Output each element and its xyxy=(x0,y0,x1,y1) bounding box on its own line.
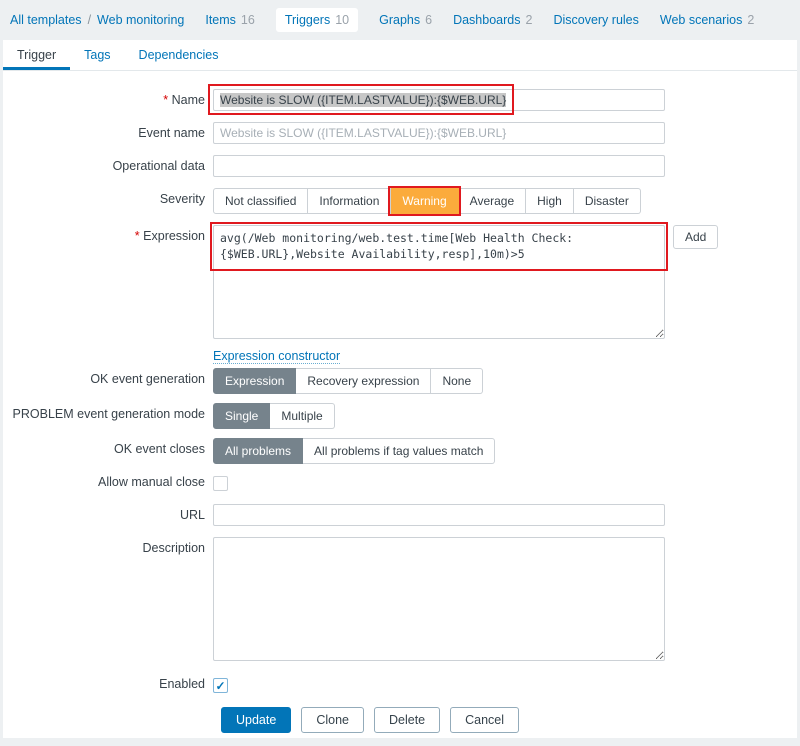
name-input-selected-text: Website is SLOW ({ITEM.LASTVALUE}):{$WEB… xyxy=(220,93,507,107)
severity-disaster[interactable]: Disaster xyxy=(573,188,641,214)
ok-event-closes-label: OK event closes xyxy=(113,442,205,456)
severity-high[interactable]: High xyxy=(526,188,574,214)
allow-manual-close-label: Allow manual close xyxy=(98,475,205,489)
nav-item-graphs-count: 6 xyxy=(425,13,433,27)
expression-label: * Expression xyxy=(134,229,205,243)
name-input[interactable]: Website is SLOW ({ITEM.LASTVALUE}):{$WEB… xyxy=(208,84,665,115)
row-url: URL xyxy=(3,504,797,526)
nav-item-discovery-rules-label[interactable]: Discovery rules xyxy=(553,13,638,27)
breadcrumb: All templates / Web monitoring xyxy=(10,13,184,27)
ok-event-generation-label: OK event generation xyxy=(90,372,205,386)
row-description: Description xyxy=(3,537,797,664)
required-asterisk: * xyxy=(163,93,169,107)
expression-add-button[interactable]: Add xyxy=(673,225,719,249)
nav-item-triggers-label[interactable]: Triggers xyxy=(285,13,330,27)
delete-button[interactable]: Delete xyxy=(373,707,441,733)
form-footer: Update Clone Delete Cancel xyxy=(221,707,797,733)
row-ok-event-generation: OK event generation Expression Recovery … xyxy=(3,368,797,394)
nav-item-graphs-label[interactable]: Graphs xyxy=(379,13,420,27)
severity-not-classified[interactable]: Not classified xyxy=(213,188,309,214)
severity-information[interactable]: Information xyxy=(308,188,392,214)
ok-event-generation-options: Expression Recovery expression None xyxy=(213,368,484,394)
breadcrumb-all-templates[interactable]: All templates xyxy=(10,13,82,27)
url-input[interactable] xyxy=(213,504,665,526)
operational-data-input[interactable] xyxy=(213,155,665,177)
url-label: URL xyxy=(179,508,205,522)
row-problem-event-mode: PROBLEM event generation mode Single Mul… xyxy=(3,403,797,429)
ok-event-closes-tag-match[interactable]: All problems if tag values match xyxy=(303,438,496,464)
ok-event-generation-recovery-expression[interactable]: Recovery expression xyxy=(296,368,432,394)
ok-event-closes-all-problems[interactable]: All problems xyxy=(213,438,304,464)
ok-event-generation-expression[interactable]: Expression xyxy=(213,368,297,394)
nav-item-graphs[interactable]: Graphs 6 xyxy=(379,13,432,27)
nav-item-triggers-count: 10 xyxy=(335,13,350,27)
enabled-label: Enabled xyxy=(159,677,205,691)
expression-textarea[interactable]: avg(/Web monitoring/web.test.time[Web He… xyxy=(213,225,665,339)
severity-label: Severity xyxy=(159,192,205,206)
row-allow-manual-close: Allow manual close xyxy=(3,473,797,491)
row-event-name: Event name xyxy=(3,122,797,144)
row-enabled: Enabled ✓ xyxy=(3,675,797,693)
problem-event-mode-options: Single Multiple xyxy=(213,403,335,429)
nav-item-web-scenarios[interactable]: Web scenarios 2 xyxy=(660,13,754,27)
ok-event-generation-none[interactable]: None xyxy=(431,368,484,394)
row-name: * Name Website is SLOW ({ITEM.LASTVALUE}… xyxy=(3,84,797,115)
problem-event-mode-multiple[interactable]: Multiple xyxy=(270,403,335,429)
nav-item-dashboards-label[interactable]: Dashboards xyxy=(453,13,520,27)
event-name-label: Event name xyxy=(138,126,205,140)
nav-item-items-label[interactable]: Items xyxy=(205,13,236,27)
tab-tags[interactable]: Tags xyxy=(70,40,124,70)
problem-event-mode-single[interactable]: Single xyxy=(213,403,271,429)
row-operational-data: Operational data xyxy=(3,155,797,177)
nav-item-discovery-rules[interactable]: Discovery rules xyxy=(553,13,638,27)
severity-warning[interactable]: Warning xyxy=(388,186,461,216)
nav-item-triggers[interactable]: Triggers 10 xyxy=(275,8,359,32)
nav-item-dashboards-count: 2 xyxy=(525,13,533,27)
breadcrumb-web-monitoring[interactable]: Web monitoring xyxy=(97,13,184,27)
expression-constructor-link[interactable]: Expression constructor xyxy=(213,349,341,364)
description-textarea[interactable] xyxy=(213,537,665,661)
tab-trigger[interactable]: Trigger xyxy=(3,40,71,70)
required-asterisk: * xyxy=(134,229,140,243)
severity-average[interactable]: Average xyxy=(458,188,527,214)
update-button[interactable]: Update xyxy=(221,707,292,733)
nav-item-web-scenarios-count: 2 xyxy=(747,13,755,27)
checkmark-icon: ✓ xyxy=(215,678,226,693)
trigger-tabs: Trigger Tags Dependencies xyxy=(3,40,797,71)
enabled-checkbox[interactable]: ✓ xyxy=(213,678,228,693)
allow-manual-close-checkbox[interactable] xyxy=(213,476,228,491)
description-label: Description xyxy=(142,541,205,555)
severity-options: Not classified Information Warning Avera… xyxy=(213,186,641,216)
nav-item-web-scenarios-label[interactable]: Web scenarios xyxy=(660,13,742,27)
nav-item-items[interactable]: Items 16 xyxy=(205,13,254,27)
operational-data-label: Operational data xyxy=(112,159,205,173)
template-navbar: All templates / Web monitoring Items 16 … xyxy=(0,0,800,40)
nav-item-items-count: 16 xyxy=(240,13,255,27)
clone-button[interactable]: Clone xyxy=(301,707,364,733)
trigger-form-panel: Trigger Tags Dependencies * Name Website… xyxy=(3,40,797,738)
nav-item-dashboards[interactable]: Dashboards 2 xyxy=(453,13,532,27)
breadcrumb-separator: / xyxy=(87,13,92,27)
row-expression: * Expression avg(/Web monitoring/web.tes… xyxy=(3,222,797,364)
tab-dependencies[interactable]: Dependencies xyxy=(125,40,233,70)
row-ok-event-closes: OK event closes All problems All problem… xyxy=(3,438,797,464)
ok-event-closes-options: All problems All problems if tag values … xyxy=(213,438,496,464)
problem-event-mode-label: PROBLEM event generation mode xyxy=(12,407,205,421)
trigger-form: * Name Website is SLOW ({ITEM.LASTVALUE}… xyxy=(3,71,797,733)
cancel-button[interactable]: Cancel xyxy=(450,707,520,733)
name-label: * Name xyxy=(163,93,205,107)
event-name-input[interactable] xyxy=(213,122,665,144)
row-severity: Severity Not classified Information Warn… xyxy=(3,186,797,216)
